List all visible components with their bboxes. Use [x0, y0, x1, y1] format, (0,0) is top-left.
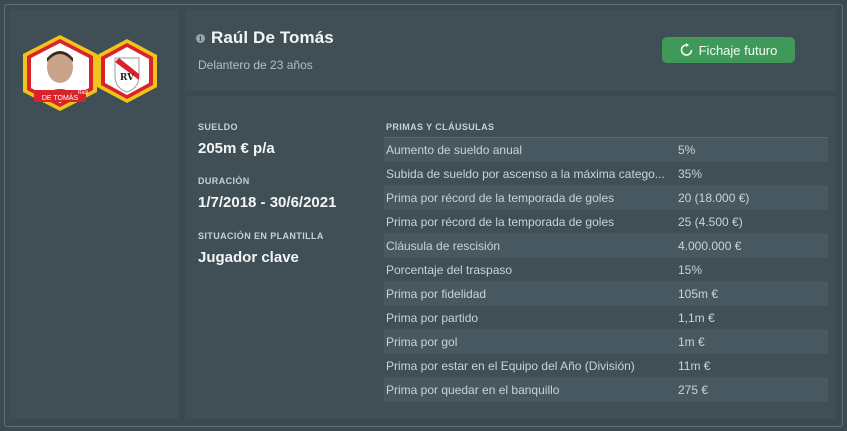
svg-text:RV: RV: [120, 73, 135, 83]
future-transfer-button[interactable]: Fichaje futuro: [662, 37, 795, 63]
clause-value: 35%: [678, 166, 703, 181]
refresh-icon: [680, 42, 693, 58]
table-row[interactable]: Prima por récord de la temporada de gole…: [384, 186, 828, 210]
table-row[interactable]: Prima por quedar en el banquillo 275 €: [384, 378, 828, 402]
player-name[interactable]: Raúl De Tomás: [211, 28, 334, 48]
clause-value: 1m €: [678, 334, 705, 349]
clause-value: 105m €: [678, 286, 719, 301]
duration-label: DURACIÓN: [198, 176, 250, 186]
clause-label: Prima por gol: [386, 334, 458, 349]
clause-label: Aumento de sueldo anual: [386, 142, 523, 157]
salary-value: 205m € p/a: [198, 140, 275, 157]
table-row[interactable]: Prima por gol 1m €: [384, 330, 828, 354]
club-badge[interactable]: RV: [95, 38, 159, 104]
table-row[interactable]: Porcentaje del traspaso 15%: [384, 258, 828, 282]
clause-value: 20 (18.000 €): [678, 190, 750, 205]
clause-label: Cláusula de rescisión: [386, 238, 501, 253]
clause-value: 15%: [678, 262, 703, 277]
duration-value: 1/7/2018 - 30/6/2021: [198, 194, 337, 211]
player-subtitle: Delantero de 23 años: [198, 58, 313, 72]
squad-status-value: Jugador clave: [198, 249, 299, 266]
table-row[interactable]: Prima por partido 1,1m €: [384, 306, 828, 330]
future-transfer-label: Fichaje futuro: [698, 42, 778, 58]
table-row[interactable]: Aumento de sueldo anual 5%: [384, 138, 828, 162]
salary-label: SUELDO: [198, 122, 238, 132]
clause-value: 11m €: [678, 358, 711, 373]
badge-small-text: Raúl: [78, 90, 88, 96]
table-row[interactable]: Cláusula de rescisión 4.000.000 €: [384, 234, 828, 258]
clause-label: Prima por récord de la temporada de gole…: [386, 214, 615, 229]
clause-value: 4.000.000 €: [678, 238, 742, 253]
table-row[interactable]: Prima por estar en el Equipo del Año (Di…: [384, 354, 828, 378]
clauses-title: PRIMAS Y CLÁUSULAS: [386, 122, 495, 132]
clause-label: Prima por fidelidad: [386, 286, 487, 301]
player-name-row: i Raúl De Tomás: [196, 28, 334, 48]
clauses-table: Aumento de sueldo anual 5% Subida de suel…: [384, 137, 828, 402]
clause-label: Prima por estar en el Equipo del Año (Di…: [386, 358, 635, 373]
player-badge[interactable]: Raúl DE TOMÁS: [20, 34, 100, 112]
clause-label: Prima por partido: [386, 310, 479, 325]
clause-value: 275 €: [678, 382, 709, 397]
clause-value: 1,1m €: [678, 310, 715, 325]
badge-caption: DE TOMÁS: [42, 93, 79, 102]
info-icon[interactable]: i: [196, 33, 205, 43]
clause-value: 5%: [678, 142, 696, 157]
table-row[interactable]: Prima por fidelidad 105m €: [384, 282, 828, 306]
squad-status-label: SITUACIÓN EN PLANTILLA: [198, 231, 324, 241]
table-row[interactable]: Subida de sueldo por ascenso a la máxima…: [384, 162, 828, 186]
clause-label: Prima por récord de la temporada de gole…: [386, 190, 615, 205]
table-row[interactable]: Prima por récord de la temporada de gole…: [384, 210, 828, 234]
clause-label: Subida de sueldo por ascenso a la máxima…: [386, 166, 665, 181]
clause-label: Prima por quedar en el banquillo: [386, 382, 560, 397]
clause-value: 25 (4.500 €): [678, 214, 743, 229]
clause-label: Porcentaje del traspaso: [386, 262, 513, 277]
